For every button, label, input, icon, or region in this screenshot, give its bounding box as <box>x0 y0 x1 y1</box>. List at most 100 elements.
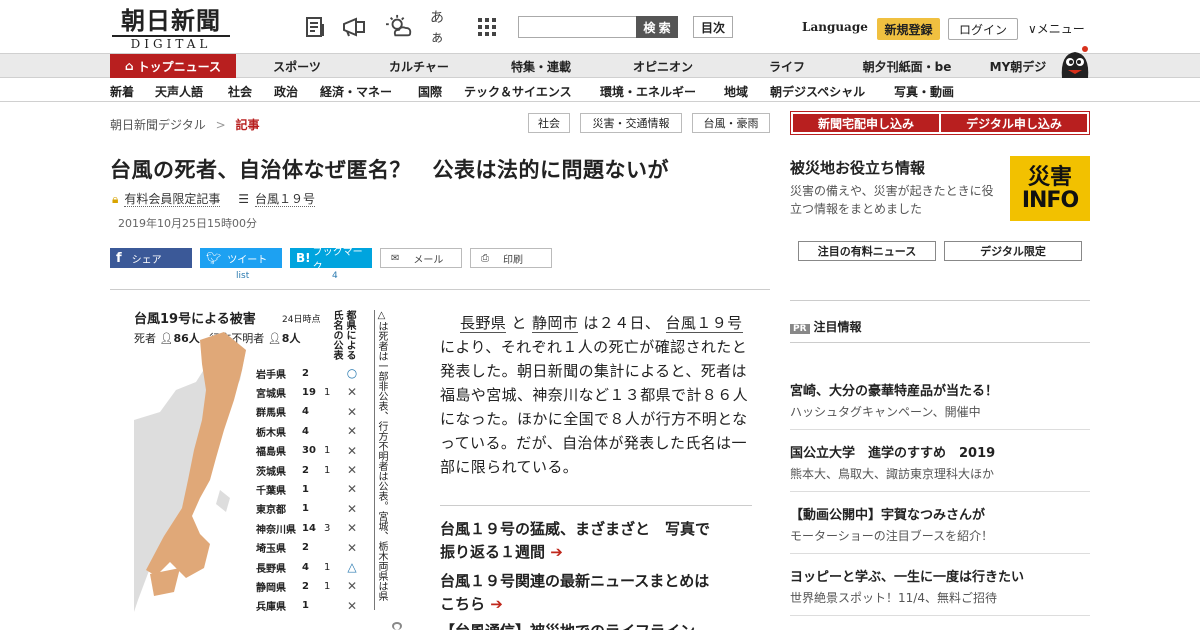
list-icon: ☰ <box>238 192 249 206</box>
twitter-share-button[interactable]: 🐦︎ ツイート <box>200 248 282 268</box>
nav-life[interactable]: ライフ <box>752 54 822 78</box>
subnav-region[interactable]: 地域 <box>724 83 748 100</box>
article-meta: 🔒︎ 有料会員限定記事 ☰ 台風１９号 <box>112 190 321 207</box>
paid-label[interactable]: 有料会員限定記事 <box>124 192 221 207</box>
disclosure-mark: △ <box>347 560 357 574</box>
pr-item-sub: モーターショーの注目ブースを紹介！ <box>790 529 994 543</box>
pr-item-title[interactable]: 【動画公開中】宇賀なつみさんが <box>790 504 985 523</box>
pr-item-title[interactable]: 宮崎、大分の豪華特産品が当たる！ <box>790 380 998 399</box>
digital-subscribe-button[interactable]: デジタル申し込み <box>941 114 1087 132</box>
disclosure-mark: ✕ <box>346 482 358 497</box>
link-shizuoka[interactable]: 静岡市 <box>531 314 579 333</box>
infographic-row: 長野県 4 1 △ <box>256 558 376 576</box>
pref-name: 福島県 <box>256 447 286 459</box>
infographic-row: 岩手県 2 ○ <box>256 364 376 382</box>
related-link-photos[interactable]: 台風１９号の猛威、まざまざと 写真で 振り返る１週間 ➔ <box>440 518 760 564</box>
disaster-info-title[interactable]: 被災地お役立ち情報 <box>790 157 925 178</box>
link-typhoon19[interactable]: 台風１９号 <box>665 314 743 333</box>
mascot-icon[interactable] <box>1058 44 1092 78</box>
toc-button[interactable]: 目次 <box>693 16 733 38</box>
nav-my-asahi[interactable]: MY朝デジ <box>982 54 1054 78</box>
subnav-tech[interactable]: テック＆サイエンス <box>464 83 572 100</box>
subnav-politics[interactable]: 政治 <box>274 83 298 100</box>
tab-digital-only[interactable]: デジタル限定 <box>944 241 1082 261</box>
related-link-summary[interactable]: 台風１９号関連の最新ニュースまとめは こちら ➔ <box>440 570 760 616</box>
site-logo[interactable]: 朝日新聞 DIGITAL <box>112 8 230 51</box>
search-input[interactable] <box>518 16 636 38</box>
font-size-icon[interactable]: あぁ <box>430 10 456 46</box>
pref-name: 神奈川県 <box>256 524 296 536</box>
infographic-row: 埼玉県 2 ✕ <box>256 539 376 557</box>
nav-sports[interactable]: スポーツ <box>258 54 336 78</box>
nav-opinion[interactable]: オピニオン <box>618 54 708 78</box>
print-button[interactable]: ⎙ 印刷 <box>470 248 552 268</box>
tab-paid-news[interactable]: 注目の有料ニュース <box>798 241 936 261</box>
related-link-partial[interactable]: 【台風通信】被災地でのライフライン… <box>440 620 760 630</box>
subnav-economy[interactable]: 経済・マネー <box>320 83 392 100</box>
lock-icon: 🔒︎ <box>112 192 119 206</box>
disclosure-mark: ✕ <box>346 443 358 458</box>
disaster-logo-bottom: INFO <box>1021 187 1079 213</box>
dead-count: 1 <box>302 483 309 495</box>
hatena-bookmark-button[interactable]: B! ブックマーク <box>290 247 372 273</box>
disaster-info-logo[interactable]: 災害 INFO <box>1010 156 1090 221</box>
disclosure-mark: ○ <box>346 366 358 380</box>
missing-count: 1 <box>324 445 331 457</box>
nav-newspaper[interactable]: 朝夕刊紙面・be <box>854 54 960 78</box>
missing-count: 1 <box>324 386 331 398</box>
twitter-count[interactable]: list <box>236 271 249 281</box>
signup-button[interactable]: 新規登録 <box>877 18 940 40</box>
weather-icon[interactable] <box>386 14 412 40</box>
menu-button[interactable]: ∨メニュー <box>1028 20 1085 37</box>
subnav-tensei[interactable]: 天声人語 <box>155 83 203 100</box>
divider <box>110 289 770 290</box>
breadcrumb: 朝日新聞デジタル > 記事 <box>110 116 260 133</box>
logo-english: DIGITAL <box>112 35 230 51</box>
megaphone-icon[interactable] <box>342 14 368 40</box>
subnav-society[interactable]: 社会 <box>228 83 252 100</box>
infographic-row: 千葉県 1 ✕ <box>256 480 376 498</box>
subnav-special[interactable]: 朝デジスペシャル <box>770 83 865 100</box>
disclosure-mark: ✕ <box>346 521 358 536</box>
missing-count: 1 <box>324 464 331 476</box>
pref-name: 千葉県 <box>256 485 286 497</box>
newspaper-icon[interactable] <box>302 14 328 40</box>
tag-disaster[interactable]: 災害・交通情報 <box>580 113 682 133</box>
share-label: シェア <box>131 254 162 266</box>
search-button[interactable]: 検 索 <box>636 16 678 38</box>
pref-name: 兵庫県 <box>256 602 286 614</box>
link-nagano[interactable]: 長野県 <box>460 314 507 333</box>
nav-top-news[interactable]: ⌂ トップニュース <box>110 54 236 78</box>
tag-society[interactable]: 社会 <box>528 113 570 133</box>
pref-name: 茨城県 <box>256 466 286 478</box>
pr-item-title[interactable]: ヨッピーと学ぶ、一生に一度は行きたい <box>790 566 1024 585</box>
dead-count: 2 <box>302 542 309 554</box>
subnav-photo[interactable]: 写真・動画 <box>894 83 954 100</box>
tag-typhoon[interactable]: 台風・豪雨 <box>692 113 770 133</box>
twitter-icon: 🐦︎ <box>206 251 222 265</box>
pr-item-title[interactable]: 国公立大学 進学のすすめ 2019 <box>790 442 995 461</box>
nav-features[interactable]: 特集・連載 <box>496 54 586 78</box>
language-link[interactable]: Language <box>802 20 868 34</box>
related-line: 台風１９号の猛威、まざまざと 写真で <box>440 520 711 538</box>
disclosure-mark: ✕ <box>346 424 358 439</box>
subnav-international[interactable]: 国際 <box>418 83 442 100</box>
login-button[interactable]: ログイン <box>948 18 1018 40</box>
disclosure-mark: ✕ <box>346 385 358 400</box>
subnav-new[interactable]: 新着 <box>110 83 134 100</box>
pref-name: 長野県 <box>256 563 286 575</box>
series-link[interactable]: 台風１９号 <box>255 192 316 207</box>
arrow-icon: ➔ <box>490 595 503 613</box>
facebook-share-button[interactable]: f シェア <box>110 248 192 268</box>
dead-count: 30 <box>302 445 316 457</box>
breadcrumb-home[interactable]: 朝日新聞デジタル <box>110 118 206 132</box>
hatena-count[interactable]: 4 <box>332 271 338 281</box>
mail-button[interactable]: ✉ メール <box>380 248 462 268</box>
disclosure-mark: ✕ <box>346 540 358 555</box>
nav-culture[interactable]: カルチャー <box>376 54 462 78</box>
newspaper-subscribe-button[interactable]: 新聞宅配申し込み <box>793 114 939 132</box>
subscribe-buttons: 新聞宅配申し込み デジタル申し込み <box>790 111 1090 135</box>
subnav-environment[interactable]: 環境・エネルギー <box>600 83 696 100</box>
grid-icon[interactable] <box>474 14 500 40</box>
infographic-note: △は死者は一部非公表、行方不明者は公表。宮城、栃木両県は県警が公表 <box>374 310 388 610</box>
